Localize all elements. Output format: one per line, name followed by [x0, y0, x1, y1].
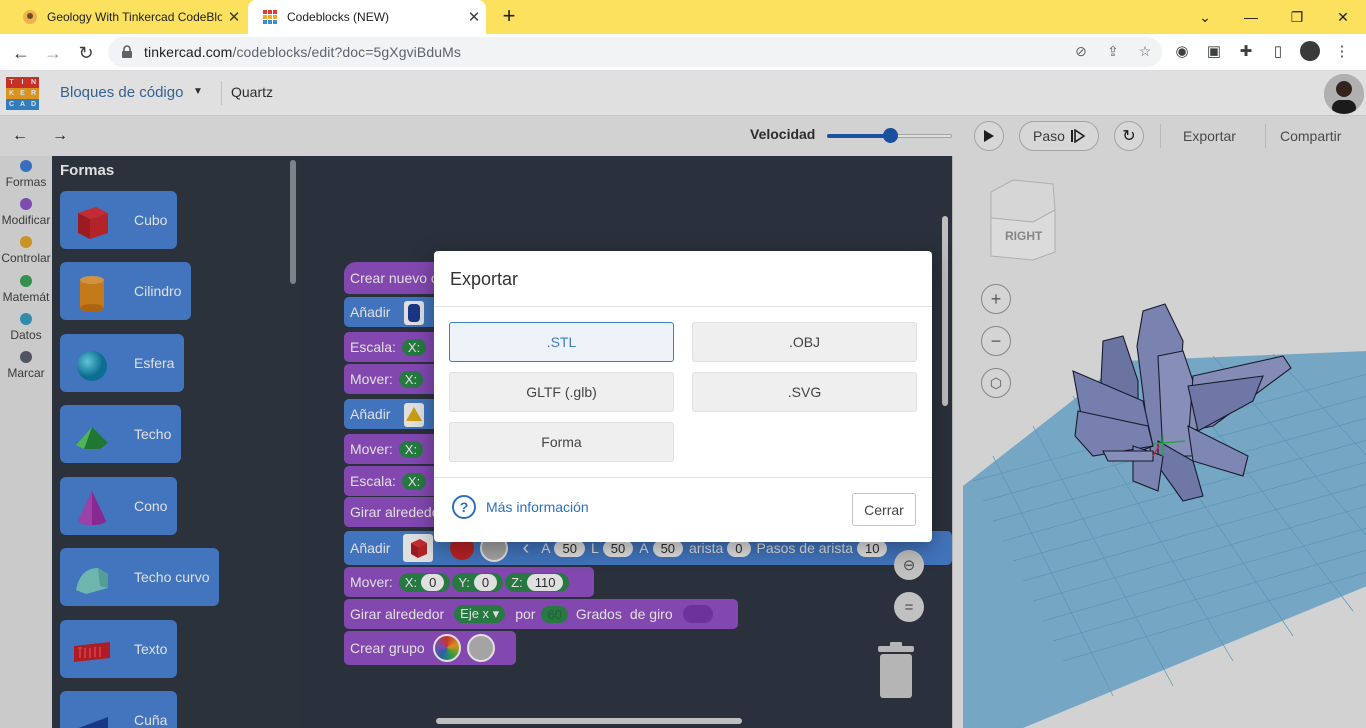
reload-icon[interactable]: ↻: [73, 40, 99, 66]
forward-icon[interactable]: →: [40, 40, 66, 66]
share-icon[interactable]: ⇪: [1104, 42, 1122, 60]
divider: [434, 306, 932, 307]
lock-icon: [122, 45, 132, 58]
browser-tab-strip: Geology With Tinkercad CodeBlocks ✕ Code…: [0, 0, 1366, 34]
export-shape-button[interactable]: Forma: [449, 422, 674, 462]
back-icon[interactable]: ←: [8, 40, 34, 66]
close-button[interactable]: Cerrar: [852, 493, 916, 526]
tab-search-icon[interactable]: ⌄: [1182, 0, 1228, 34]
puzzle-icon[interactable]: ✚: [1236, 41, 1256, 61]
url-text: tinkercad.com/codeblocks/edit?doc=5gXgvi…: [144, 44, 461, 60]
sidepanel-icon[interactable]: ▯: [1268, 41, 1288, 61]
profile-icon[interactable]: [1300, 41, 1320, 61]
extensions-area: ◉ ▣ ✚ ▯ ⋮: [1172, 41, 1352, 61]
url-host: tinkercad.com: [144, 44, 233, 60]
url-path: /codeblocks/edit?doc=5gXgviBduMs: [232, 44, 461, 60]
export-svg-button[interactable]: .SVG: [692, 372, 917, 412]
close-window-icon[interactable]: ✕: [1320, 0, 1366, 34]
divider: [434, 477, 932, 478]
tab-codeblocks[interactable]: Codeblocks (NEW) ✕: [248, 0, 486, 34]
dialog-title: Exportar: [450, 269, 519, 289]
blocked-icon[interactable]: ⊘: [1072, 42, 1090, 60]
export-gltf-button[interactable]: GLTF (.glb): [449, 372, 674, 412]
tab-close-icon[interactable]: ✕: [462, 8, 486, 26]
more-info-link[interactable]: ? Más información: [452, 495, 589, 519]
export-obj-button[interactable]: .OBJ: [692, 322, 917, 362]
tab-favicon-icon: [23, 10, 37, 24]
new-tab-icon[interactable]: +: [497, 5, 521, 29]
omnibox-actions: ⊘ ⇪ ☆: [1072, 42, 1154, 60]
tab-title: Codeblocks (NEW): [287, 10, 390, 24]
window-controls: ⌄ — ❐ ✕: [1182, 0, 1366, 34]
bookmark-star-icon[interactable]: ☆: [1136, 42, 1154, 60]
export-stl-button[interactable]: .STL: [449, 322, 674, 362]
screenshot-extension-icon[interactable]: ▣: [1204, 41, 1224, 61]
export-dialog: Exportar .STL .OBJ GLTF (.glb) .SVG Form…: [434, 251, 932, 542]
restore-icon[interactable]: ❐: [1274, 0, 1320, 34]
extension-icon[interactable]: ◉: [1172, 41, 1192, 61]
tab-geology[interactable]: Geology With Tinkercad CodeBlocks ✕: [8, 0, 246, 34]
tab-title: Geology With Tinkercad CodeBlocks: [47, 10, 222, 24]
tab-close-icon[interactable]: ✕: [222, 8, 246, 26]
more-info-label: Más información: [486, 499, 589, 515]
tinkercad-favicon-icon: [263, 10, 277, 24]
menu-kebab-icon[interactable]: ⋮: [1332, 41, 1352, 61]
question-icon: ?: [452, 495, 476, 519]
address-toolbar: ← → ↻ tinkercad.com/codeblocks/edit?doc=…: [0, 34, 1366, 71]
minimize-icon[interactable]: —: [1228, 0, 1274, 34]
omnibox[interactable]: tinkercad.com/codeblocks/edit?doc=5gXgvi…: [108, 37, 1162, 67]
